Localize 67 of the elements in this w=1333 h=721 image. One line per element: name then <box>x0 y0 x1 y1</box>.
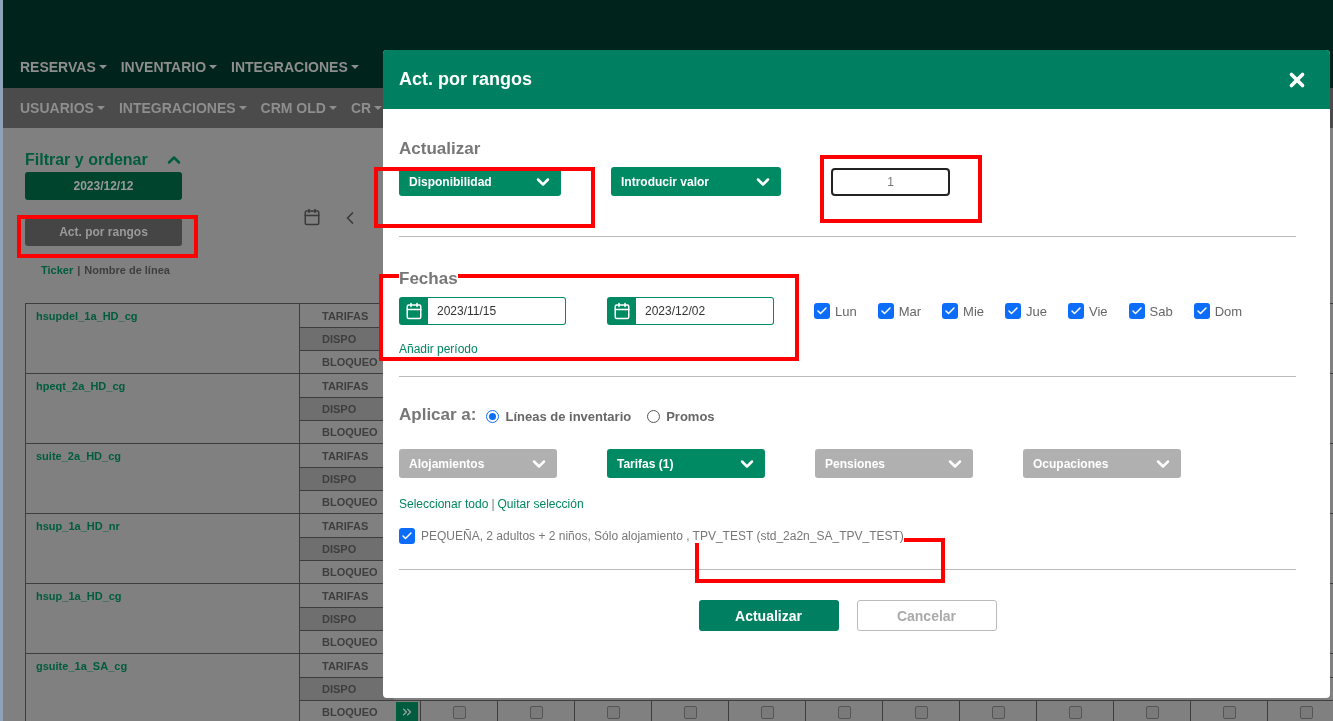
checkbox[interactable] <box>914 705 928 719</box>
checkbox[interactable] <box>1128 303 1145 319</box>
checkbox[interactable] <box>452 705 466 719</box>
checkmark-icon <box>1007 305 1020 317</box>
day-label: Jue <box>1026 303 1047 319</box>
checkbox[interactable] <box>1193 303 1210 319</box>
checkmark-icon <box>401 530 413 542</box>
radio-label: Líneas de inventario <box>505 408 632 424</box>
checkbox[interactable] <box>399 528 415 544</box>
checkmark-icon <box>1195 305 1208 317</box>
clear-selection-link[interactable]: Quitar selección <box>497 497 584 511</box>
day-label: Lun <box>835 303 857 319</box>
day-label: Dom <box>1214 303 1243 319</box>
value-input[interactable]: 1 <box>831 167 950 196</box>
separator: | <box>491 497 495 511</box>
checkbox[interactable] <box>837 705 851 719</box>
checkbox[interactable] <box>683 705 697 719</box>
calendar-icon[interactable] <box>607 297 636 325</box>
nav-menu-item[interactable]: INVENTARIO <box>120 58 218 75</box>
checkmark-icon <box>879 305 892 317</box>
section-label: Aplicar a: <box>399 405 477 426</box>
date-button[interactable]: 2023/12/12 <box>25 172 182 200</box>
checkmark-icon <box>816 305 828 317</box>
sort-option[interactable]: Nombre de línea <box>84 264 170 276</box>
separator: | <box>77 264 81 276</box>
range-update-button[interactable]: Act. por rangos <box>25 218 182 246</box>
dropdown[interactable]: Introducir valor <box>611 167 781 196</box>
update-button[interactable]: Actualizar <box>698 600 839 631</box>
date-input[interactable]: 2023/11/15 <box>428 297 566 325</box>
checkmark-icon <box>944 305 957 317</box>
add-period-link[interactable]: Añadir período <box>399 342 478 356</box>
calendar-icon[interactable] <box>399 297 428 325</box>
section-label: Actualizar <box>399 139 482 160</box>
filter-dropdown[interactable]: Tarifas (1) <box>607 449 765 478</box>
checkbox[interactable] <box>814 303 830 319</box>
checkbox[interactable] <box>606 705 620 719</box>
calendar-icon[interactable] <box>303 208 321 226</box>
checkbox[interactable] <box>942 303 959 319</box>
nav-menu-item[interactable]: RESERVAS <box>20 58 107 75</box>
checkbox[interactable] <box>1145 705 1159 719</box>
day-label: Mie <box>963 303 985 319</box>
checkbox[interactable] <box>877 303 894 319</box>
day-label: Sab <box>1149 303 1173 319</box>
checkbox[interactable] <box>760 705 774 719</box>
modal-title: Act. por rangos <box>399 69 532 90</box>
nav-menu-item[interactable]: INTEGRACIONES <box>231 58 359 75</box>
checkbox[interactable] <box>1299 705 1313 719</box>
checkbox[interactable] <box>1222 705 1236 719</box>
sidebar-title: Filtrar y ordenar <box>25 151 148 169</box>
double-chevron-icon[interactable] <box>396 702 418 721</box>
nav-menu-item[interactable]: CRM OLD <box>260 100 337 116</box>
radio-label: Promos <box>666 408 715 424</box>
checkbox[interactable] <box>1005 303 1022 319</box>
checkbox[interactable] <box>529 705 543 719</box>
checkbox[interactable] <box>991 705 1005 719</box>
checkmark-icon <box>1130 305 1143 317</box>
cancel-button[interactable]: Cancelar <box>856 600 997 631</box>
day-label: Mar <box>898 303 922 319</box>
checkbox[interactable] <box>1068 303 1084 319</box>
day-label: Vie <box>1089 303 1108 319</box>
date-input[interactable]: 2023/12/02 <box>636 297 774 325</box>
nav-menu-item[interactable]: INTEGRACIONES <box>118 100 247 116</box>
select-all-link[interactable]: Seleccionar todo <box>399 497 489 511</box>
nav-menu-item[interactable]: USUARIOS <box>20 100 105 116</box>
item-label: PEQUEÑA, 2 adultos + 2 niños, Sólo alojamiento , TPV_TEST (std_2a2n_SA_TPV_TEST) <box>421 529 904 543</box>
checkbox[interactable] <box>1068 705 1082 719</box>
checkmark-icon <box>1070 305 1082 317</box>
